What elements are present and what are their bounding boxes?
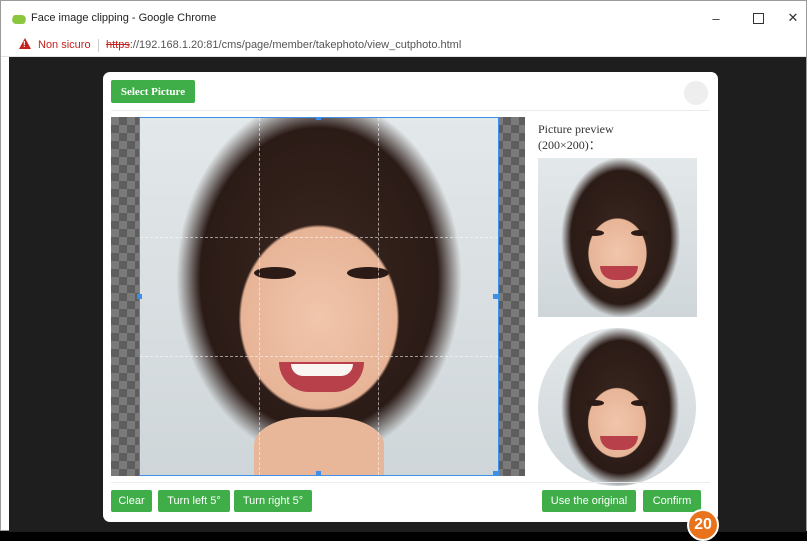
- preview-circle-image: [538, 328, 696, 486]
- crop-handle-left[interactable]: [137, 294, 142, 299]
- select-picture-button[interactable]: Select Picture: [111, 80, 195, 103]
- divider: [111, 482, 710, 483]
- preview-size: (200×200)：: [538, 138, 601, 152]
- preview-title: Picture preview: [538, 122, 614, 136]
- crop-box[interactable]: [137, 117, 499, 476]
- app-icon: [10, 15, 28, 24]
- preview-square-image: [538, 158, 697, 317]
- turn-right-button[interactable]: Turn right 5°: [234, 490, 312, 512]
- crop-guide: [140, 356, 498, 357]
- divider: [98, 39, 99, 52]
- crop-dialog: Select Picture Picture preview (200×200)…: [103, 72, 718, 522]
- security-status[interactable]: Non sicuro: [38, 39, 91, 51]
- clear-button[interactable]: Clear: [111, 490, 152, 512]
- close-icon[interactable]: ✕: [778, 7, 807, 29]
- minimize-icon[interactable]: –: [701, 7, 731, 29]
- use-original-button[interactable]: Use the original: [542, 490, 636, 512]
- maximize-icon[interactable]: [743, 7, 773, 29]
- crop-handle-bottom[interactable]: [316, 471, 321, 476]
- divider: [111, 110, 710, 111]
- crop-guide: [140, 237, 498, 238]
- confirm-button[interactable]: Confirm: [643, 490, 701, 512]
- preview-label: Picture preview (200×200)：: [538, 121, 668, 153]
- dialog-close-icon[interactable]: [684, 81, 708, 105]
- crop-handle-right[interactable]: [493, 294, 498, 299]
- step-number-badge: 20: [687, 509, 719, 541]
- url-text[interactable]: https://192.168.1.20:81/cms/page/member/…: [106, 39, 461, 51]
- crop-guide: [259, 118, 260, 475]
- crop-guide: [378, 118, 379, 475]
- crop-handle-top[interactable]: [316, 117, 321, 120]
- address-bar[interactable]: ! Non sicuro https://192.168.1.20:81/cms…: [1, 34, 806, 57]
- title-bar: Face image clipping - Google Chrome – ✕: [1, 1, 806, 34]
- turn-left-button[interactable]: Turn left 5°: [158, 490, 230, 512]
- url-path: ://192.168.1.20:81/cms/page/member/takep…: [129, 39, 462, 51]
- crop-handle-bottom-right[interactable]: [493, 471, 498, 476]
- crop-canvas[interactable]: [111, 117, 525, 476]
- url-protocol: https: [106, 39, 130, 51]
- window-title: Face image clipping - Google Chrome: [31, 12, 217, 24]
